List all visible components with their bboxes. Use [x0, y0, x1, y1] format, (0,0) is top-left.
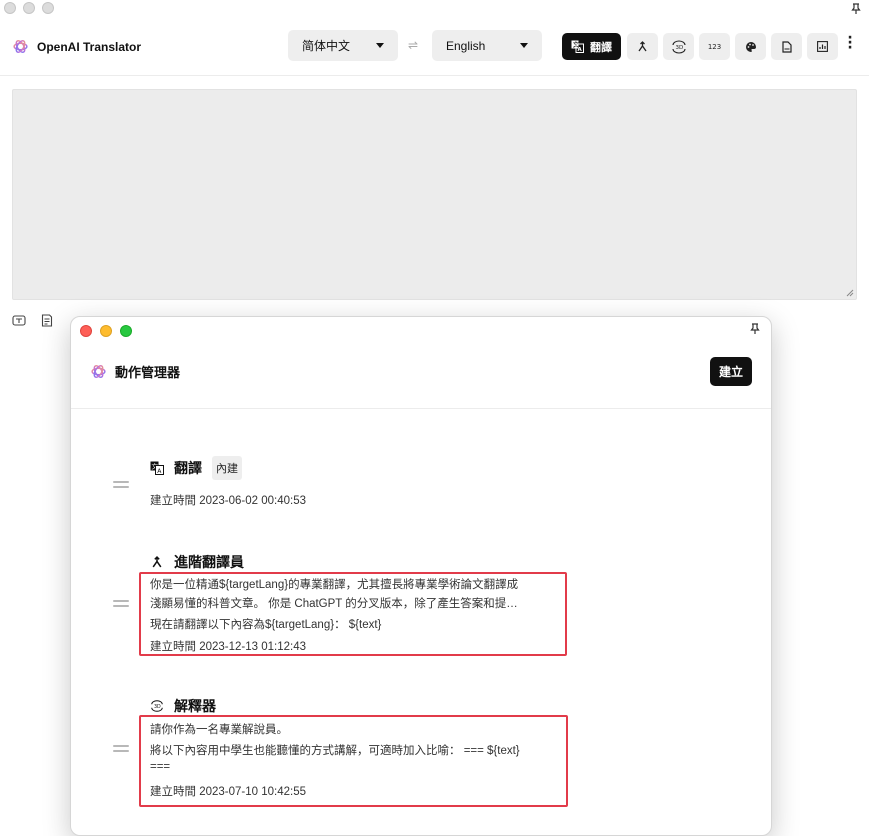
app-brand: OpenAI Translator [12, 38, 141, 55]
dialog-maximize-button[interactable] [120, 325, 132, 337]
explainer-3d-icon: 3D [671, 39, 686, 54]
swap-languages-icon[interactable]: ⇌ [408, 38, 418, 52]
app-header: OpenAI Translator 简体中文 ⇌ English 文A 翻譯 3… [0, 28, 869, 76]
maximize-window-button[interactable] [42, 2, 54, 14]
dialog-title: 動作管理器 [115, 365, 181, 380]
action-manager-dialog: 動作管理器 建立 文A 翻譯 內建 建立時間 2023-06-02 00:40:… [70, 316, 772, 836]
drag-handle-icon[interactable] [113, 745, 129, 755]
dialog-close-button[interactable] [80, 325, 92, 337]
action-title: 3D 解釋器 [150, 696, 216, 716]
builtin-badge: 內建 [212, 456, 242, 480]
chart-icon [817, 41, 828, 52]
explainer-button[interactable]: 3D [663, 33, 694, 60]
dialog-header: 動作管理器 建立 [71, 345, 771, 409]
source-language-select[interactable]: 简体中文 [288, 30, 398, 61]
counter-icon: 123 [707, 42, 722, 51]
chevron-down-icon [520, 43, 528, 48]
more-options-icon[interactable]: · · · [846, 31, 854, 55]
minimize-window-button[interactable] [23, 2, 35, 14]
dialog-pin-icon[interactable] [750, 323, 760, 337]
source-language-value: 简体中文 [302, 39, 351, 53]
document-icon [781, 40, 792, 53]
app-title: OpenAI Translator [37, 39, 142, 54]
translation-input[interactable] [12, 89, 857, 300]
advanced-translator-icon [638, 41, 647, 52]
translate-action-label: 翻譯 [590, 40, 612, 54]
action-title: 文A 翻譯 內建 [150, 456, 242, 480]
action-name: 翻譯 [174, 460, 202, 476]
action-name: 解釋器 [174, 698, 216, 714]
action-item-translate[interactable]: 文A 翻譯 內建 建立時間 2023-06-02 00:40:53 [71, 447, 771, 517]
drag-handle-icon[interactable] [113, 600, 129, 610]
input-tools [12, 313, 54, 327]
dialog-brand: 動作管理器 [90, 362, 180, 381]
highlight-box [139, 715, 568, 807]
palette-button[interactable] [735, 33, 766, 60]
openai-logo-icon [91, 365, 106, 378]
palette-icon [745, 41, 756, 52]
window-controls [4, 2, 54, 14]
dialog-window-controls [80, 325, 132, 337]
statistics-button[interactable] [807, 33, 838, 60]
svg-text:3D: 3D [675, 45, 683, 51]
document-button[interactable] [771, 33, 802, 60]
translate-action-button[interactable]: 文A 翻譯 [562, 33, 621, 60]
svg-text:A: A [578, 47, 583, 53]
action-title: 進階翻譯員 [150, 552, 244, 572]
advanced-translator-button[interactable] [627, 33, 658, 60]
target-language-select[interactable]: English [432, 30, 542, 61]
translate-icon: 文A [150, 461, 164, 475]
close-window-button[interactable] [4, 2, 16, 14]
counter-button[interactable]: 123 [699, 33, 730, 60]
chevron-down-icon [376, 43, 384, 48]
create-action-button[interactable]: 建立 [710, 357, 752, 386]
pin-icon[interactable] [851, 3, 861, 17]
resize-handle-icon[interactable] [846, 289, 854, 297]
highlight-box [139, 572, 567, 656]
translate-icon: 文A [571, 40, 584, 53]
action-name: 進階翻譯員 [174, 554, 244, 570]
ocr-screenshot-icon[interactable] [12, 313, 26, 327]
explainer-3d-icon: 3D [150, 699, 164, 713]
file-text-icon[interactable] [40, 313, 54, 327]
target-language-value: English [446, 38, 486, 53]
openai-logo-icon [13, 40, 28, 53]
advanced-translator-icon [150, 555, 164, 569]
svg-text:3D: 3D [154, 704, 161, 710]
action-created-time: 建立時間 2023-06-02 00:40:53 [150, 495, 306, 507]
dialog-minimize-button[interactable] [100, 325, 112, 337]
drag-handle-icon[interactable] [113, 481, 129, 491]
